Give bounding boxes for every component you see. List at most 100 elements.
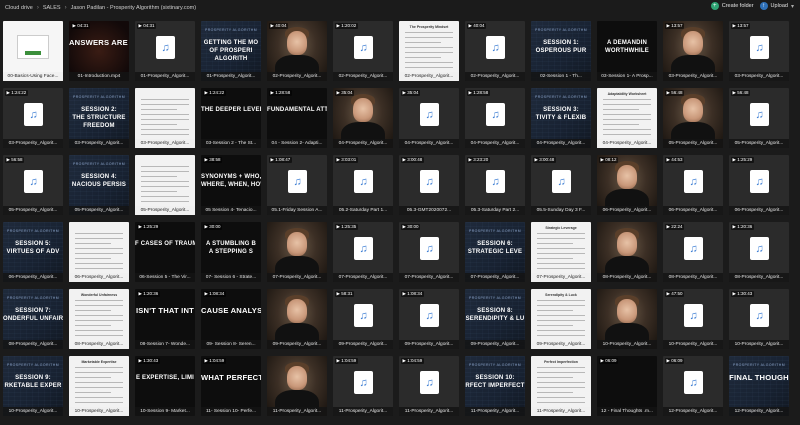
- file-tile[interactable]: 00-Basics-Using Face...: [3, 21, 63, 81]
- file-tile[interactable]: ♫ ▶ 1:08:47 05.1-Friday Session A...: [267, 155, 327, 215]
- file-tile[interactable]: F CASES OF TRAUM ▶ 1:25:29 06-Session 5 - …: [135, 222, 195, 282]
- create-folder-button[interactable]: + Create folder: [710, 2, 754, 10]
- file-name: 05-Prosperity_Algorit...: [69, 206, 129, 215]
- document-text-line: [75, 387, 123, 388]
- file-tile[interactable]: ♫ ▶ 56:48 05-Prosperity_Algorit...: [729, 88, 789, 148]
- file-tile[interactable]: ♫ ▶ 47:50 10-Prosperity_Algorit...: [663, 289, 723, 349]
- file-tile[interactable]: ♫ ▶ 1:24:22 03-Prosperity_Algorit...: [3, 88, 63, 148]
- slide-title: SESSION 2: THE STRUCTURE FREEDOM: [72, 107, 126, 129]
- slide-title: E EXPERTISE, LIMI: [135, 375, 195, 381]
- file-tile[interactable]: Wonderful Unfairness 08-Prosperity_Algori…: [69, 289, 129, 349]
- file-tile[interactable]: PROSPERITY ALGORITHM SESSION 7: ONDERFUL …: [3, 289, 63, 349]
- file-tile[interactable]: ♫ ▶ 30:00 07-Prosperity_Algorit...: [399, 222, 459, 282]
- file-tile[interactable]: 08-Prosperity_Algorit...: [597, 222, 657, 282]
- file-tile[interactable]: ♫ ▶ 3:00:48 05.3-GMT2020072...: [399, 155, 459, 215]
- file-tile[interactable]: E EXPERTISE, LIMI ▶ 1:30:43 10-Session 9- …: [135, 356, 195, 416]
- duration-badge: ▶ 13:57: [665, 23, 684, 29]
- file-tile[interactable]: FUNDAMENTAL ATTRI ▶ 1:28:58 04 - Session 2…: [267, 88, 327, 148]
- file-tile[interactable]: PROSPERITY ALGORITHM SESSION 9: RKETABLE …: [3, 356, 63, 416]
- file-tile[interactable]: The Prosperity Mindset 02-Prosperity_Algo…: [399, 21, 459, 81]
- file-tile[interactable]: 10-Prosperity_Algorit...: [597, 289, 657, 349]
- document-text-line: [75, 397, 123, 398]
- document-text-line: [603, 134, 651, 135]
- slide-tag: PROSPERITY ALGORITHM: [72, 95, 126, 99]
- file-tile[interactable]: ▶ 08:12 06-Prosperity_Algorit...: [597, 155, 657, 215]
- file-tile[interactable]: WHAT PERFECT ▶ 1:04:59 11- Session 10- Per…: [201, 356, 261, 416]
- file-tile[interactable]: ♫ ▶ 58:31 09-Prosperity_Algorit...: [333, 289, 393, 349]
- file-tile[interactable]: ▶ 35:04 04-Prosperity_Algorit...: [333, 88, 393, 148]
- document-text-line: [405, 52, 453, 53]
- file-tile[interactable]: CAUSE ANALYSIS ▶ 1:08:34 09- Session 8- Se…: [201, 289, 261, 349]
- file-tile[interactable]: ISN'T THAT INT ▶ 1:20:36 08-Session 7- Won…: [135, 289, 195, 349]
- file-tile[interactable]: ♫ ▶ 04:31 01-Prosperity_Algorit...: [135, 21, 195, 81]
- file-tile[interactable]: PROSPERITY ALGORITHM SESSION 6: STRATEGIC…: [465, 222, 525, 282]
- login-form-preview: [17, 35, 49, 59]
- file-tile[interactable]: A DEMANDIN WORTHWHILE 03-Session 1- A Pro…: [597, 21, 657, 81]
- breadcrumb-sales[interactable]: SALES: [43, 5, 61, 11]
- file-tile[interactable]: ♫ ▶ 1:20:02 02-Prosperity_Algorit...: [333, 21, 393, 81]
- file-tile[interactable]: ♫ ▶ 1:04:59 11-Prosperity_Algorit...: [333, 356, 393, 416]
- file-tile[interactable]: ♫ ▶ 1:30:43 10-Prosperity_Algorit...: [729, 289, 789, 349]
- file-tile[interactable]: ▶ 06:09 12 - Final Thoughts .m...: [597, 356, 657, 416]
- file-tile[interactable]: Serendipity & Luck 09-Prosperity_Algorit.…: [531, 289, 591, 349]
- file-tile[interactable]: ♫ ▶ 40:04 02-Prosperity_Algorit...: [465, 21, 525, 81]
- file-tile[interactable]: ♫ ▶ 56:58 05-Prosperity_Algorit...: [3, 155, 63, 215]
- file-tile[interactable]: THE DEEPER LEVEL ▶ 1:24:22 03-Session 2 - …: [201, 88, 261, 148]
- file-tile[interactable]: 07-Prosperity_Algorit...: [267, 222, 327, 282]
- file-tile[interactable]: ♫ ▶ 1:04:59 11-Prosperity_Algorit...: [399, 356, 459, 416]
- file-tile[interactable]: SYNONYMS + WHO, WHERE, WHEN, HOW ▶ 38:58 0…: [201, 155, 261, 215]
- file-tile[interactable]: ♫ ▶ 1:25:29 06-Prosperity_Algorit...: [729, 155, 789, 215]
- file-tile[interactable]: 03-Prosperity_Algorit...: [135, 88, 195, 148]
- file-tile[interactable]: PROSPERITY ALGORITHM SESSION 4: NACIOUS P…: [69, 155, 129, 215]
- document-text-line: [537, 372, 585, 373]
- file-tile[interactable]: ANSWERS ARE W ▶ 04:31 01-Introduction.mp4: [69, 21, 129, 81]
- file-tile[interactable]: ♫ ▶ 1:25:35 07-Prosperity_Algorit...: [333, 222, 393, 282]
- file-name: 06-Prosperity_Algorit...: [597, 206, 657, 215]
- file-tile[interactable]: PROSPERITY ALGORITHM GETTING THE MO OF PR…: [201, 21, 261, 81]
- file-tile[interactable]: Perfect Imperfection 11-Prosperity_Algori…: [531, 356, 591, 416]
- breadcrumb-current-folder[interactable]: Jason Padilan - Prosperity Algorithm (si…: [71, 5, 197, 11]
- file-tile[interactable]: ♫ ▶ 3:00:48 05.5-Sunday Day 3 F...: [531, 155, 591, 215]
- file-tile[interactable]: ♫ ▶ 3:23:20 05.3-Saturday Part 2...: [465, 155, 525, 215]
- file-tile[interactable]: ▶ 40:04 02-Prosperity_Algorit...: [267, 21, 327, 81]
- file-tile[interactable]: ♫ ▶ 1:20:36 08-Prosperity_Algorit...: [729, 222, 789, 282]
- file-name: 02-Prosperity_Algorit...: [465, 72, 525, 81]
- breadcrumb-cloud-drive[interactable]: Cloud drive: [5, 5, 33, 11]
- music-note-icon: ♫: [24, 170, 43, 193]
- file-tile[interactable]: 11-Prosperity_Algorit...: [267, 356, 327, 416]
- file-tile[interactable]: ♫ ▶ 44:53 06-Prosperity_Algorit...: [663, 155, 723, 215]
- file-tile[interactable]: 09-Prosperity_Algorit...: [267, 289, 327, 349]
- document-text-line: [141, 114, 189, 115]
- duration-badge: ▶ 06:09: [599, 358, 618, 364]
- file-tile[interactable]: Marketable Expertise 10-Prosperity_Algori…: [69, 356, 129, 416]
- slide-title: F CASES OF TRAUM: [135, 241, 195, 247]
- music-note-icon: ♫: [354, 36, 373, 59]
- file-tile[interactable]: Strategic Leverage 07-Prosperity_Algorit.…: [531, 222, 591, 282]
- file-name: 04-Prosperity_Algorit...: [333, 139, 393, 148]
- file-tile[interactable]: PROSPERITY ALGORITHM SESSION 2: THE STRUC…: [69, 88, 129, 148]
- document-text-line: [537, 377, 573, 378]
- file-tile[interactable]: ▶ 13:57 03-Prosperity_Algorit...: [663, 21, 723, 81]
- file-tile[interactable]: Adaptability Worksheet 04-Prosperity_Algo…: [597, 88, 657, 148]
- slide-title: FUNDAMENTAL ATTRI: [267, 107, 327, 113]
- file-tile[interactable]: ♫ ▶ 35:04 04-Prosperity_Algorit...: [399, 88, 459, 148]
- file-tile[interactable]: PROSPERITY ALGORITHM SESSION 8: SERENDIPI…: [465, 289, 525, 349]
- file-tile[interactable]: PROSPERITY ALGORITHM FINAL THOUGH 12-Prosp…: [729, 356, 789, 416]
- file-tile[interactable]: PROSPERITY ALGORITHM SESSION 5: VIRTUES O…: [3, 222, 63, 282]
- file-tile[interactable]: 05-Prosperity_Algorit...: [135, 155, 195, 215]
- file-tile[interactable]: PROSPERITY ALGORITHM SESSION 3: TIVITY & …: [531, 88, 591, 148]
- file-tile[interactable]: ♫ ▶ 06:09 12-Prosperity_Algorit...: [663, 356, 723, 416]
- file-tile[interactable]: 06-Prosperity_Algorit...: [69, 222, 129, 282]
- file-tile[interactable]: PROSPERITY ALGORITHM SESSION 10: RFECT IM…: [465, 356, 525, 416]
- file-tile[interactable]: ♫ ▶ 22:24 08-Prosperity_Algorit...: [663, 222, 723, 282]
- file-tile[interactable]: ♫ ▶ 1:08:34 09-Prosperity_Algorit...: [399, 289, 459, 349]
- file-tile[interactable]: A STUMBLING B A STEPPING S ▶ 30:00 07- Ses…: [201, 222, 261, 282]
- file-tile[interactable]: ♫ ▶ 13:57 03-Prosperity_Algorit...: [729, 21, 789, 81]
- upload-button[interactable]: ↑ Upload ▾: [759, 2, 794, 10]
- portrait-face: [287, 31, 307, 55]
- file-tile[interactable]: ♫ ▶ 1:28:58 04-Prosperity_Algorit...: [465, 88, 525, 148]
- file-name: 09-Prosperity_Algorit...: [465, 340, 525, 349]
- file-tile[interactable]: PROSPERITY ALGORITHM SESSION 1: OSPEROUS …: [531, 21, 591, 81]
- file-tile[interactable]: ♫ ▶ 3:03:01 05.2-Saturday Part 1...: [333, 155, 393, 215]
- file-tile[interactable]: ▶ 56:48 05-Prosperity_Algorit...: [663, 88, 723, 148]
